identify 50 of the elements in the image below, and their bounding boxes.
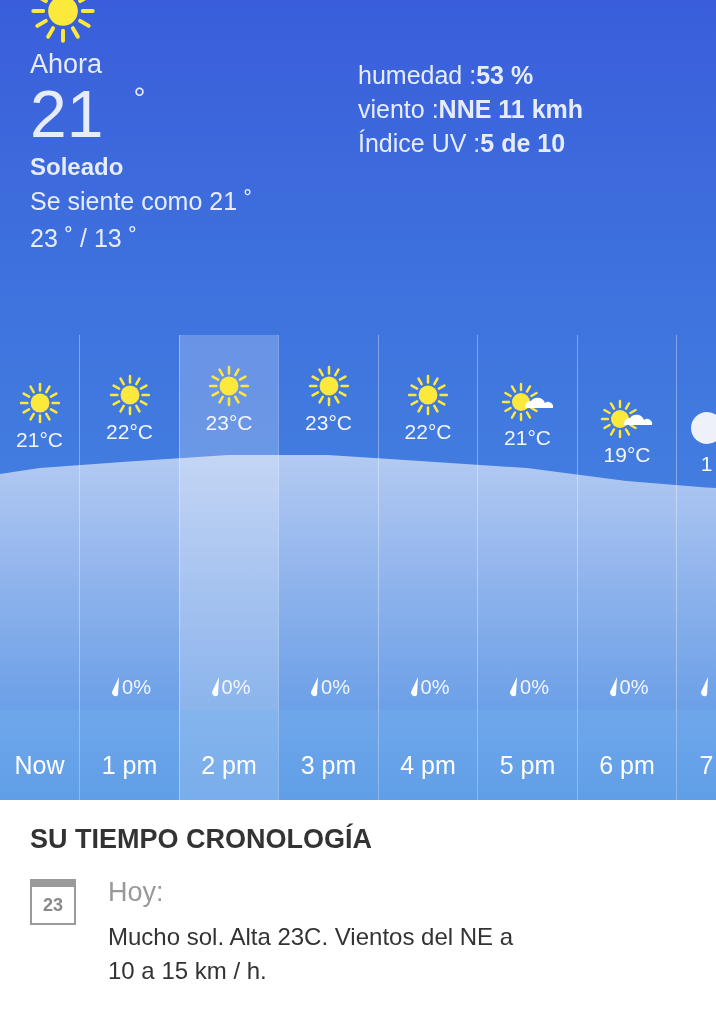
hour-column[interactable]: 23°C 0% 3 pm — [278, 335, 378, 800]
hour-time: 1 pm — [101, 750, 158, 780]
hour-temperature: 23°C — [205, 411, 253, 435]
weather-detail: humedad :53 % — [358, 60, 535, 90]
hour-time: 6 pm — [599, 750, 655, 780]
hour-time: 3 pm — [300, 750, 357, 780]
rain-chance: 0% — [619, 675, 649, 699]
hour-temperature: 1 — [700, 451, 713, 476]
hour-column[interactable]: 22°C 0% 1 pm — [79, 335, 179, 800]
hour-column[interactable]: 1 7 — [676, 335, 716, 800]
now-label: Ahora — [30, 48, 104, 81]
sun-icon — [407, 373, 449, 416]
weather-detail: Índice UV :5 de 10 — [358, 128, 567, 158]
condition-text: Soleado — [30, 151, 125, 182]
forecast-text: Mucho sol. Alta 23C. Vientos del NE a 10 a 15 km / h. — [108, 922, 515, 986]
feels-like-text: Se siente como 21 ˚ — [30, 186, 254, 218]
current-temperature: 21 — [30, 80, 104, 150]
sun-cloud-icon — [500, 382, 555, 422]
hour-column[interactable]: 19°C 0% 6 pm — [577, 335, 676, 800]
hour-time: 2 pm — [201, 750, 257, 780]
hour-temperature: 22°C — [404, 419, 452, 444]
hour-temperature: 19°C — [603, 443, 651, 467]
hour-column[interactable]: 21°C 0% 5 pm — [477, 335, 577, 800]
hour-temperature: 21°C — [16, 428, 63, 452]
sun-icon — [208, 365, 250, 407]
weather-detail: viento :NNE 11 kmh — [358, 94, 584, 124]
hour-time: 4 pm — [400, 750, 456, 780]
hour-time: 7 — [699, 750, 714, 780]
hour-column[interactable]: 23°C 0% 2 pm — [179, 335, 278, 800]
calendar-icon: 23 — [30, 879, 76, 925]
rain-chance: 0% — [520, 675, 549, 699]
rain-chance: 0% — [122, 675, 151, 699]
hour-time: 5 pm — [499, 750, 556, 780]
day-label: Hoy: — [108, 877, 165, 908]
hour-column[interactable]: 21°C Now — [0, 335, 79, 800]
hour-temperature: 22°C — [106, 419, 153, 444]
rain-chance: 0% — [221, 675, 251, 699]
sun-cloud-icon — [600, 399, 654, 439]
sun-icon — [307, 365, 350, 407]
sun-icon — [108, 373, 151, 416]
rain-chance: 0% — [321, 675, 350, 699]
high-low-text: 23 ˚ / 13 ˚ — [30, 222, 138, 254]
degree-sign: ° — [133, 80, 146, 117]
hour-temperature: 23°C — [305, 411, 352, 435]
hour-temperature: 21°C — [504, 426, 551, 450]
hour-time: Now — [14, 750, 65, 780]
rain-chance: 0% — [420, 675, 450, 699]
section-title: SU TIEMPO CRONOLOGÍA — [30, 824, 373, 855]
hour-column[interactable]: 22°C 0% 4 pm — [378, 335, 477, 800]
sun-icon — [18, 382, 61, 424]
